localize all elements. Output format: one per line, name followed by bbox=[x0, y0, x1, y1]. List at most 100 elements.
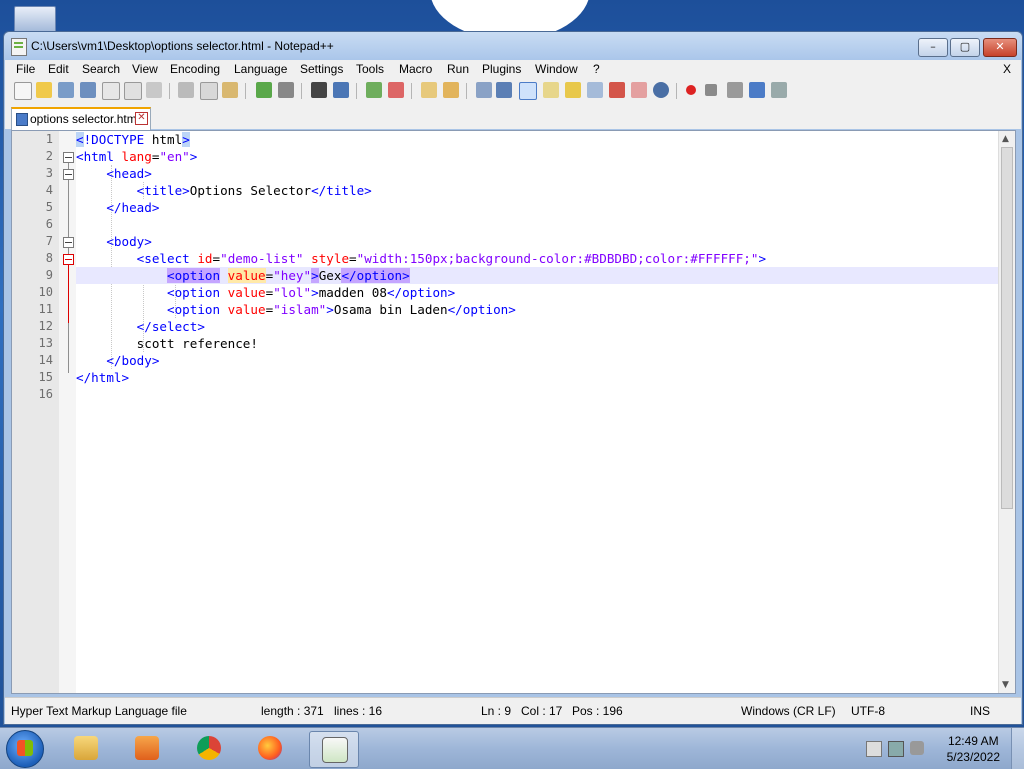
toolbar-separator bbox=[676, 83, 677, 99]
menu-view[interactable]: View bbox=[132, 62, 158, 76]
record-macro-icon[interactable] bbox=[686, 85, 696, 95]
fold-toggle-head[interactable] bbox=[63, 169, 74, 180]
line-number: 3 bbox=[45, 166, 53, 180]
code-line: scott reference! bbox=[76, 336, 258, 351]
title-bar[interactable]: C:\Users\vm1\Desktop\options selector.ht… bbox=[4, 32, 1022, 60]
window-title: C:\Users\vm1\Desktop\options selector.ht… bbox=[31, 39, 334, 53]
toolbar-separator bbox=[245, 83, 246, 99]
menu-file[interactable]: File bbox=[16, 62, 35, 76]
save-icon[interactable] bbox=[58, 82, 74, 98]
document-map-icon[interactable] bbox=[565, 82, 581, 98]
close-button[interactable]: ✕ bbox=[983, 38, 1017, 57]
zoom-in-icon[interactable] bbox=[366, 82, 382, 98]
scroll-up-icon[interactable]: ▲ bbox=[1002, 134, 1009, 144]
menu-edit[interactable]: Edit bbox=[48, 62, 69, 76]
code-line: </head> bbox=[106, 200, 160, 215]
fold-toggle-select[interactable] bbox=[63, 254, 74, 265]
stop-macro-icon[interactable] bbox=[705, 84, 717, 96]
line-number: 11 bbox=[38, 302, 53, 316]
volume-icon[interactable] bbox=[910, 741, 924, 755]
menu-encoding[interactable]: Encoding bbox=[170, 62, 220, 76]
start-button[interactable] bbox=[6, 730, 44, 768]
maximize-button[interactable]: ▢ bbox=[950, 38, 980, 57]
menu-tools[interactable]: Tools bbox=[356, 62, 384, 76]
tab-close-icon[interactable]: ✕ bbox=[135, 112, 148, 125]
code-line: <html lang="en"> bbox=[76, 149, 198, 164]
show-all-characters-icon[interactable] bbox=[496, 82, 512, 98]
menu-macro[interactable]: Macro bbox=[399, 62, 432, 76]
menu-run[interactable]: Run bbox=[447, 62, 469, 76]
desktop-icon[interactable] bbox=[14, 6, 56, 34]
copy-icon[interactable] bbox=[200, 82, 218, 100]
taskbar-firefox[interactable] bbox=[246, 731, 294, 766]
tab-bar: options selector.html ✕ bbox=[5, 103, 1021, 130]
fold-toggle-html[interactable] bbox=[63, 152, 74, 163]
save-all-icon[interactable] bbox=[80, 82, 96, 98]
close-document-button[interactable]: X bbox=[1003, 62, 1011, 76]
menu-window[interactable]: Window bbox=[535, 62, 578, 76]
line-number: 12 bbox=[38, 319, 53, 333]
run-macro-multiple-icon[interactable] bbox=[749, 82, 765, 98]
code-line: </html> bbox=[76, 370, 130, 385]
line-number: 1 bbox=[45, 132, 53, 146]
clock[interactable]: 12:49 AM 5/23/2022 bbox=[947, 733, 1000, 765]
close-all-icon[interactable] bbox=[124, 82, 142, 100]
scrollbar-thumb[interactable] bbox=[1001, 147, 1013, 509]
network-icon[interactable] bbox=[888, 741, 904, 757]
media-player-icon bbox=[135, 736, 159, 760]
minimize-button[interactable]: – bbox=[918, 38, 948, 57]
code-area[interactable]: <!DOCTYPE html> <html lang="en"> <head> … bbox=[76, 131, 999, 693]
find-icon[interactable] bbox=[311, 82, 327, 98]
clock-time: 12:49 AM bbox=[947, 734, 999, 748]
folder-workspace-icon[interactable] bbox=[609, 82, 625, 98]
menu-help[interactable]: ? bbox=[593, 62, 600, 76]
line-number: 4 bbox=[45, 183, 53, 197]
save-macro-icon[interactable] bbox=[771, 82, 787, 98]
redo-icon[interactable] bbox=[278, 82, 294, 98]
sync-vertical-icon[interactable] bbox=[421, 82, 437, 98]
taskbar-chrome[interactable] bbox=[185, 731, 233, 766]
user-language-icon[interactable] bbox=[543, 82, 559, 98]
vertical-scrollbar[interactable]: ▲ ▼ bbox=[998, 131, 1015, 693]
cut-icon[interactable] bbox=[178, 82, 194, 98]
play-macro-icon[interactable] bbox=[727, 82, 743, 98]
indent-guide-icon[interactable] bbox=[519, 82, 537, 100]
undo-icon[interactable] bbox=[256, 82, 272, 98]
monitoring-icon[interactable] bbox=[631, 82, 647, 98]
menu-search[interactable]: Search bbox=[82, 62, 120, 76]
line-number: 7 bbox=[45, 234, 53, 248]
menu-settings[interactable]: Settings bbox=[300, 62, 343, 76]
action-center-icon[interactable] bbox=[866, 741, 882, 757]
toolbar-separator bbox=[411, 83, 412, 99]
code-editor[interactable]: 1 2 3 4 5 6 7 8 9 10 11 12 13 14 15 16 <… bbox=[11, 130, 1016, 694]
menu-language[interactable]: Language bbox=[234, 62, 287, 76]
eye-icon[interactable] bbox=[653, 82, 669, 98]
menu-plugins[interactable]: Plugins bbox=[482, 62, 521, 76]
tab-options-selector[interactable]: options selector.html ✕ bbox=[11, 107, 151, 130]
scroll-down-icon[interactable]: ▼ bbox=[1002, 680, 1009, 690]
zoom-out-icon[interactable] bbox=[388, 82, 404, 98]
print-icon[interactable] bbox=[146, 82, 162, 98]
taskbar-explorer[interactable] bbox=[62, 731, 110, 766]
function-list-icon[interactable] bbox=[587, 82, 603, 98]
status-encoding[interactable]: UTF-8 bbox=[851, 704, 885, 718]
show-desktop-button[interactable] bbox=[1011, 728, 1024, 769]
open-file-icon[interactable] bbox=[36, 82, 52, 98]
paste-icon[interactable] bbox=[222, 82, 238, 98]
status-insert-mode[interactable]: INS bbox=[970, 704, 990, 718]
fold-toggle-body[interactable] bbox=[63, 237, 74, 248]
status-eol[interactable]: Windows (CR LF) bbox=[741, 704, 836, 718]
word-wrap-icon[interactable] bbox=[476, 82, 492, 98]
new-file-icon[interactable] bbox=[14, 82, 32, 100]
replace-icon[interactable] bbox=[333, 82, 349, 98]
notepadpp-icon bbox=[322, 737, 348, 763]
status-position: Pos : 196 bbox=[572, 704, 623, 718]
line-number: 10 bbox=[38, 285, 53, 299]
taskbar-notepadpp[interactable] bbox=[309, 731, 359, 768]
close-icon[interactable] bbox=[102, 82, 120, 100]
taskbar: 12:49 AM 5/23/2022 bbox=[0, 727, 1024, 769]
sync-horizontal-icon[interactable] bbox=[443, 82, 459, 98]
taskbar-media-player[interactable] bbox=[123, 731, 171, 766]
line-number: 13 bbox=[38, 336, 53, 350]
